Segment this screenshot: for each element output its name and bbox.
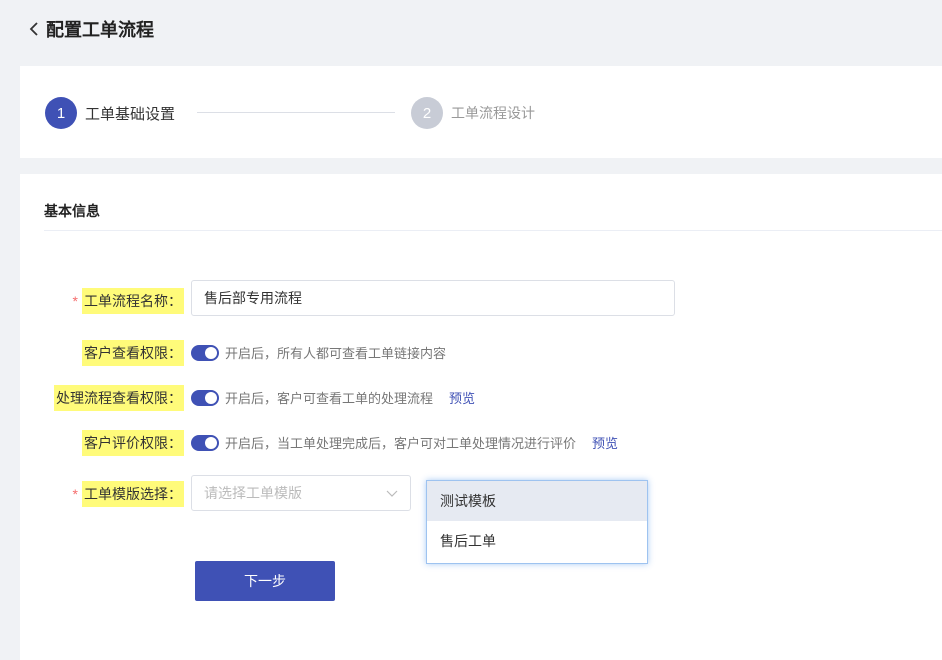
basic-info-card: 基本信息 * 工单流程名称： 售后部专用流程 客户查看权限： 开启后，所有人都可… [20, 174, 942, 660]
page-title: 配置工单流程 [46, 20, 154, 40]
toggle-knob [205, 346, 217, 359]
template-label: 工单模版选择： [82, 481, 184, 507]
next-step-button[interactable]: 下一步 [195, 561, 335, 601]
customer-view-label: 客户查看权限： [82, 340, 184, 366]
flow-name-input[interactable]: 售后部专用流程 [191, 280, 675, 316]
name-label: 工单流程名称： [82, 288, 184, 314]
customer-rating-description: 开启后，当工单处理完成后，客户可对工单处理情况进行评价 [225, 436, 577, 451]
process-view-toggle-wrap: 开启后，客户可查看工单的处理流程 预览 [191, 388, 475, 407]
form-row-customer-view: 客户查看权限： 开启后，所有人都可查看工单链接内容 [20, 340, 942, 366]
step-number-2: 2 [411, 97, 443, 129]
process-view-label-wrap: 处理流程查看权限： [54, 385, 184, 411]
template-dropdown: 测试模板 售后工单 [426, 480, 648, 564]
customer-rating-toggle[interactable] [191, 434, 219, 451]
step-label-1: 工单基础设置 [85, 105, 176, 123]
process-preview-link[interactable]: 预览 [449, 388, 475, 407]
chevron-down-icon [386, 485, 398, 501]
required-star: * [72, 293, 78, 309]
process-view-description: 开启后，客户可查看工单的处理流程 [225, 391, 434, 406]
step-connector [197, 112, 395, 113]
page-header: 配置工单流程 [0, 0, 942, 58]
customer-view-label-wrap: 客户查看权限： [82, 340, 184, 366]
step-number-1: 1 [45, 97, 77, 129]
toggle-knob [205, 436, 217, 449]
step-basic-settings[interactable]: 1 工单基础设置 [45, 97, 175, 129]
form-row-customer-rating: 客户评价权限： 开启后，当工单处理完成后，客户可对工单处理情况进行评价 预览 [20, 430, 942, 456]
section-divider [44, 230, 942, 231]
back-arrow-icon[interactable] [26, 21, 42, 37]
customer-view-toggle[interactable] [191, 344, 219, 361]
process-view-label: 处理流程查看权限： [54, 385, 184, 411]
section-title: 基本信息 [44, 203, 100, 219]
template-label-wrap: * 工单模版选择： [73, 481, 184, 507]
step-flow-design[interactable]: 2 工单流程设计 [411, 97, 535, 129]
template-select-placeholder: 请选择工单模版 [204, 485, 302, 501]
customer-rating-label: 客户评价权限： [82, 430, 184, 456]
step-label-2: 工单流程设计 [451, 105, 535, 121]
name-label-wrap: * 工单流程名称： [73, 288, 184, 314]
customer-rating-label-wrap: 客户评价权限： [82, 430, 184, 456]
steps-bar: 1 工单基础设置 2 工单流程设计 [20, 66, 942, 158]
rating-preview-link[interactable]: 预览 [592, 433, 618, 452]
form-row-process-view: 处理流程查看权限： 开启后，客户可查看工单的处理流程 预览 [20, 385, 942, 411]
toggle-knob [205, 391, 217, 404]
process-view-toggle[interactable] [191, 389, 219, 406]
template-select[interactable]: 请选择工单模版 [191, 475, 411, 511]
customer-rating-toggle-wrap: 开启后，当工单处理完成后，客户可对工单处理情况进行评价 预览 [191, 433, 618, 452]
customer-view-toggle-wrap: 开启后，所有人都可查看工单链接内容 [191, 343, 446, 362]
customer-view-description: 开启后，所有人都可查看工单链接内容 [225, 346, 447, 361]
required-star: * [72, 486, 78, 502]
form-row-name: * 工单流程名称： 售后部专用流程 [20, 280, 942, 316]
dropdown-option-after-sales[interactable]: 售后工单 [427, 521, 647, 561]
dropdown-option-test-template[interactable]: 测试模板 [427, 481, 647, 521]
